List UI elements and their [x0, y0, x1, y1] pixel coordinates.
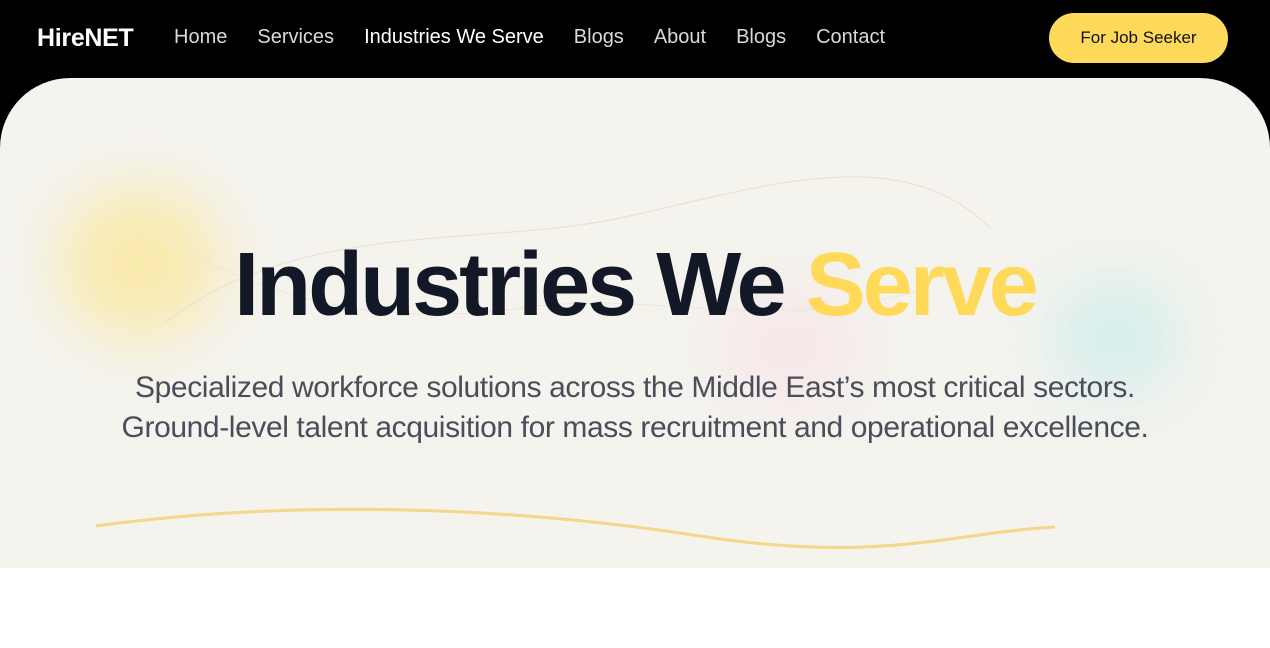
nav-links: Home Services Industries We Serve Blogs … [174, 26, 915, 49]
title-accent: Serve [805, 235, 1039, 335]
nav-link-contact[interactable]: Contact [816, 26, 885, 49]
navbar: HireNET Home Services Industries We Serv… [0, 0, 1270, 78]
nav-link-industries[interactable]: Industries We Serve [364, 26, 544, 49]
nav-link-blogs-2[interactable]: Blogs [736, 26, 786, 49]
job-seeker-button[interactable]: For Job Seeker [1049, 13, 1228, 63]
brand-logo[interactable]: HireNET [37, 24, 134, 53]
nav-link-services[interactable]: Services [257, 26, 334, 49]
page-title: Industries We Serve [0, 236, 1270, 335]
content-section [0, 568, 1270, 648]
hero-subtitle: Specialized workforce solutions across t… [0, 368, 1270, 448]
hero-section: Industries We Serve Specialized workforc… [0, 78, 1270, 568]
subtitle-line-2: Ground-level talent acquisition for mass… [121, 411, 1149, 444]
title-main: Industries We [234, 235, 786, 335]
subtitle-line-1: Specialized workforce solutions across t… [135, 371, 1135, 404]
nav-link-home[interactable]: Home [174, 26, 227, 49]
nav-link-blogs[interactable]: Blogs [574, 26, 624, 49]
nav-link-about[interactable]: About [654, 26, 706, 49]
